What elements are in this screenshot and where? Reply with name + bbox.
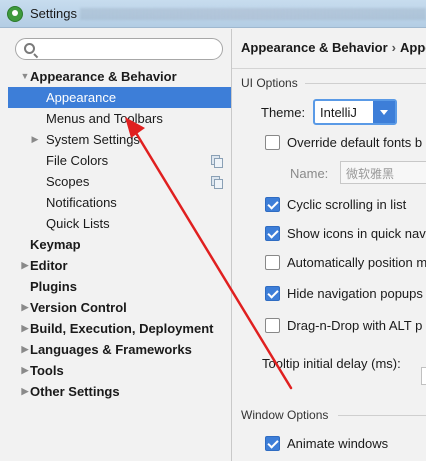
title-bar: Settings <box>0 0 426 28</box>
option-checkbox[interactable] <box>265 255 280 270</box>
breadcrumb-parent: Appearance & Behavior <box>241 40 388 55</box>
theme-dropdown[interactable]: IntelliJ <box>313 99 397 125</box>
theme-selected-value: IntelliJ <box>320 105 357 120</box>
tree-item-label: File Colors <box>46 153 109 168</box>
tree-item-quick-lists[interactable]: Quick Lists <box>8 213 231 234</box>
tree-item-file-colors[interactable]: File Colors <box>8 150 231 171</box>
breadcrumb-current: Appe <box>400 40 426 55</box>
font-name-field[interactable]: 微软雅黑 <box>340 161 426 184</box>
font-name-label: Name: <box>290 166 329 181</box>
window-options-rule <box>338 415 426 416</box>
tree-item-label: System Settings <box>46 132 140 147</box>
tree-item-appearance[interactable]: Appearance <box>8 87 231 108</box>
expand-arrow-right-icon[interactable]: ▶ <box>20 381 30 402</box>
chevron-down-icon[interactable] <box>373 101 395 123</box>
tree-item-plugins[interactable]: Plugins <box>8 276 231 297</box>
tree-item-label: Quick Lists <box>46 216 110 231</box>
tree-item-menus-and-toolbars[interactable]: Menus and Toolbars <box>8 108 231 129</box>
tree-item-tools[interactable]: ▶ Tools <box>8 360 231 381</box>
expand-arrow-right-icon[interactable]: ▶ <box>20 339 30 360</box>
option-checkbox-label: Drag-n-Drop with ALT p <box>287 318 423 333</box>
tree-item-label: Notifications <box>46 195 117 210</box>
option-checkbox-label: Hide navigation popups <box>287 286 423 301</box>
tree-item-label: Tools <box>30 363 64 378</box>
search-input[interactable] <box>40 41 216 57</box>
expand-arrow-right-icon[interactable]: ▶ <box>30 129 40 150</box>
tree-item-label: Version Control <box>30 300 127 315</box>
expand-arrow-right-icon[interactable]: ▶ <box>20 255 30 276</box>
tree-item-label: Languages & Frameworks <box>30 342 192 357</box>
tree-item-label: Keymap <box>30 237 81 252</box>
tree-item-label: Scopes <box>46 174 90 189</box>
intellij-settings-logo-icon <box>7 6 23 22</box>
tree-item-label: Plugins <box>30 279 77 294</box>
option-checkbox[interactable] <box>265 318 280 333</box>
option-checkbox-label: Automatically position m <box>287 255 426 270</box>
tree-item-label: Appearance & Behavior <box>30 69 177 84</box>
tooltip-delay-slider-thumb[interactable] <box>421 367 426 385</box>
override-fonts-label: Override default fonts b <box>287 135 423 150</box>
tree-item-keymap[interactable]: Keymap <box>8 234 231 255</box>
tooltip-delay-label: Tooltip initial delay (ms): <box>262 356 401 371</box>
search-icon <box>24 43 35 54</box>
tree-item-appearance-behavior[interactable]: ▼ Appearance & Behavior <box>8 66 231 87</box>
tree-item-editor[interactable]: ▶ Editor <box>8 255 231 276</box>
expand-arrow-right-icon[interactable]: ▶ <box>20 318 30 339</box>
copy-icon <box>211 176 223 189</box>
tree-item-other-settings[interactable]: ▶ Other Settings <box>8 381 231 402</box>
expand-arrow-right-icon[interactable]: ▶ <box>20 297 30 318</box>
theme-label: Theme: <box>261 105 306 120</box>
ui-options-section-title: UI Options <box>241 76 298 90</box>
option-checkbox[interactable] <box>265 197 280 212</box>
tree-item-languages-frameworks[interactable]: ▶ Languages & Frameworks <box>8 339 231 360</box>
tree-item-label: Other Settings <box>30 384 120 399</box>
font-name-value: 微软雅黑 <box>346 167 395 181</box>
option-checkbox[interactable] <box>265 226 280 241</box>
override-fonts-checkbox[interactable] <box>265 135 280 150</box>
appearance-settings-panel: Appearance & Behavior›Appe UI Options Th… <box>232 29 426 461</box>
tree-item-scopes[interactable]: Scopes <box>8 171 231 192</box>
breadcrumb: Appearance & Behavior›Appe <box>241 40 426 55</box>
settings-navigation-panel: ▼ Appearance & Behavior Appearance Menus an… <box>0 29 231 461</box>
option-checkbox-label: Cyclic scrolling in list <box>287 197 407 212</box>
tree-item-version-control[interactable]: ▶ Version Control <box>8 297 231 318</box>
option-checkbox[interactable] <box>265 286 280 301</box>
ui-options-rule <box>305 83 426 84</box>
settings-search-box[interactable] <box>15 38 223 60</box>
window-title: Settings <box>30 6 77 21</box>
breadcrumb-separator: › <box>391 40 397 55</box>
expand-arrow-right-icon[interactable]: ▶ <box>20 360 30 381</box>
tree-item-label: Menus and Toolbars <box>46 111 163 126</box>
tree-item-system-settings[interactable]: ▶ System Settings <box>8 129 231 150</box>
tree-item-label: Appearance <box>46 90 117 105</box>
tree-item-label: Editor <box>30 258 68 273</box>
tree-item-label: Build, Execution, Deployment <box>30 321 214 336</box>
option-checkbox-label: Show icons in quick navi <box>287 226 426 241</box>
tree-item-notifications[interactable]: Notifications <box>8 192 231 213</box>
expand-arrow-down-icon[interactable]: ▼ <box>20 66 30 87</box>
animate-windows-checkbox[interactable] <box>265 436 280 451</box>
window-options-section-title: Window Options <box>241 408 329 422</box>
tree-item-build-execution-deployment[interactable]: ▶ Build, Execution, Deployment <box>8 318 231 339</box>
animate-windows-label: Animate windows <box>287 436 389 451</box>
header-divider <box>232 68 426 69</box>
copy-icon <box>211 155 223 168</box>
blurred-background-strip <box>80 8 426 20</box>
